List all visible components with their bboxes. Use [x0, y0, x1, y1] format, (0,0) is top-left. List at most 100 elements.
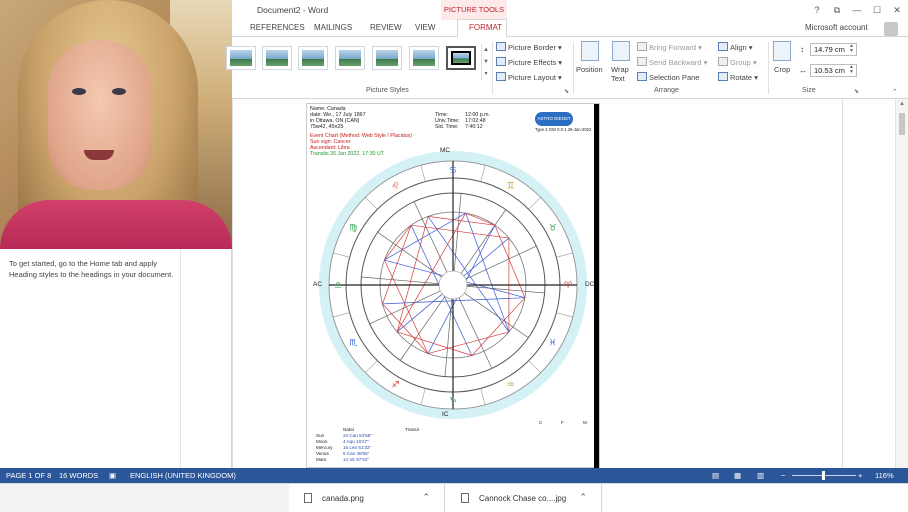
picture-style-thumbnail[interactable]: [335, 46, 365, 70]
download-filename: canada.png: [322, 494, 364, 503]
collapse-ribbon-icon[interactable]: ⌃: [892, 88, 898, 96]
position-button[interactable]: Position: [576, 65, 603, 74]
avatar[interactable]: [884, 22, 898, 36]
position-icon[interactable]: [581, 41, 599, 61]
picture-style-thumbnail[interactable]: [409, 46, 439, 70]
zodiac-sign-glyph: ♓: [549, 339, 557, 349]
close-button[interactable]: ✕: [890, 4, 904, 16]
zoom-in-icon[interactable]: +: [858, 471, 862, 480]
height-spinner[interactable]: ▲ ▼: [849, 44, 854, 54]
zoom-level[interactable]: 116%: [875, 471, 894, 480]
table-row-value: 4 Aqu 16'27": [343, 439, 369, 444]
height-icon: ↕: [800, 45, 804, 54]
proofing-icon[interactable]: ▣: [109, 471, 116, 480]
dialog-launcher-icon[interactable]: ⬊: [854, 88, 859, 95]
astrology-chart-image[interactable]: Name: Canada date: We., 17 July 1867 in …: [306, 103, 600, 469]
webcam-video: [0, 0, 232, 249]
picture-style-thumbnail[interactable]: [262, 46, 292, 70]
picture-layout-button[interactable]: Picture Layout ▾: [496, 72, 562, 82]
ac-label: AC: [313, 281, 323, 288]
print-layout-icon[interactable]: ▦: [734, 471, 741, 480]
group-button[interactable]: Group ▾: [718, 57, 757, 67]
zoom-slider-thumb[interactable]: [822, 471, 825, 480]
ic-label: IC: [442, 411, 449, 418]
wrap-text-icon[interactable]: [612, 41, 630, 61]
help-button[interactable]: ?: [810, 4, 824, 16]
send-backward-icon: [637, 57, 647, 66]
gallery-down-icon[interactable]: ▼: [482, 56, 490, 68]
vertical-scrollbar[interactable]: ▲: [895, 99, 908, 468]
picture-border-button[interactable]: Picture Border ▾: [496, 42, 562, 52]
dc-label: DC: [585, 281, 595, 288]
presenter-face: [48, 40, 152, 190]
scroll-up-icon[interactable]: ▲: [896, 99, 908, 109]
tab-format[interactable]: FORMAT: [457, 19, 507, 38]
width-icon: ↔: [799, 66, 807, 75]
zoom-out-icon[interactable]: −: [781, 471, 785, 480]
zodiac-sign-glyph: ♈: [564, 281, 573, 291]
chevron-up-icon[interactable]: ⌃: [422, 492, 430, 503]
picture-style-thumbnail[interactable]: [298, 46, 328, 70]
table-row-label: Mercury: [316, 445, 333, 450]
ribbon-display-options-button[interactable]: ⧉: [830, 4, 844, 16]
send-backward-button[interactable]: Send Backward ▾: [637, 57, 707, 67]
chevron-up-icon[interactable]: ⌃: [579, 492, 587, 503]
download-item[interactable]: canada.png ⌃: [289, 484, 445, 512]
dialog-launcher-icon[interactable]: ⬊: [564, 88, 569, 95]
picture-effects-button[interactable]: Picture Effects ▾: [496, 57, 562, 67]
table-row-label: Venus: [316, 451, 329, 456]
tab-format-label: FORMAT: [469, 23, 503, 32]
table-row-value: 24 Can 54'58": [343, 433, 372, 438]
height-field[interactable]: 14.79 cm ▲ ▼: [810, 43, 857, 56]
image-border-bar: [594, 104, 599, 469]
gallery-scroll[interactable]: ▲ ▼ ▾: [481, 44, 490, 80]
zodiac-sign-glyph: ♌: [392, 181, 400, 191]
crop-button[interactable]: Crop: [774, 65, 790, 74]
word-window: Document2 - Word PICTURE TOOLS ? ⧉ — ☐ ✕…: [226, 0, 908, 469]
download-bar: canada.png ⌃ Cannock Chase co....jpg ⌃: [0, 483, 908, 512]
rotate-button[interactable]: Rotate ▾: [718, 72, 758, 82]
download-filename: Cannock Chase co....jpg: [479, 494, 567, 503]
maximize-button[interactable]: ☐: [870, 4, 884, 16]
picture-style-thumbnail[interactable]: [226, 46, 256, 70]
page-count[interactable]: PAGE 1 OF 8: [6, 471, 51, 480]
table-header-natal: Natal: [343, 427, 354, 432]
download-item[interactable]: Cannock Chase co....jpg ⌃: [446, 484, 602, 512]
wrap-text-button[interactable]: Wrap Text: [611, 65, 635, 83]
gallery-more-icon[interactable]: ▾: [482, 68, 490, 80]
aspect-column-header: M: [583, 420, 587, 425]
selection-pane-button[interactable]: Selection Pane: [637, 72, 699, 82]
tab-references[interactable]: REFERENCES: [250, 23, 305, 32]
zodiac-sign-glyph: ♍: [349, 224, 357, 234]
table-row-label: Sun: [316, 433, 325, 438]
crop-icon[interactable]: [773, 41, 791, 61]
web-layout-icon[interactable]: ▥: [757, 471, 764, 480]
bring-forward-button[interactable]: Bring Forward ▾: [637, 42, 702, 52]
tab-mailings[interactable]: MAILINGS: [314, 23, 352, 32]
width-field[interactable]: 10.53 cm ▲ ▼: [810, 64, 857, 77]
tab-review[interactable]: REVIEW: [370, 23, 402, 32]
gallery-up-icon[interactable]: ▲: [482, 44, 490, 56]
group-label-size: Size: [802, 87, 816, 94]
scrollbar-thumb[interactable]: [899, 113, 905, 135]
word-count[interactable]: 16 WORDS: [59, 471, 98, 480]
group-separator: [573, 42, 574, 94]
zodiac-sign-glyph: ♏: [349, 339, 357, 349]
account-menu[interactable]: Microsoft account: [805, 23, 868, 32]
width-spinner[interactable]: ▲ ▼: [849, 65, 854, 75]
table-row-label: Mars: [316, 457, 327, 462]
align-button[interactable]: Align ▾: [718, 42, 753, 52]
minimize-button[interactable]: —: [850, 4, 864, 16]
tab-view[interactable]: VIEW: [415, 23, 435, 32]
group-separator: [768, 42, 769, 94]
navigation-pane-message: To get started, go to the Home tab and a…: [9, 259, 174, 279]
navigation-pane-splitter[interactable]: [180, 249, 181, 468]
picture-border-icon: [496, 42, 506, 51]
picture-layout-icon: [496, 72, 506, 81]
picture-style-thumbnail-selected[interactable]: [446, 46, 476, 70]
zodiac-sign-glyph: ♐: [392, 381, 400, 391]
language-indicator[interactable]: ENGLISH (UNITED KINGDOM): [130, 471, 236, 480]
read-mode-icon[interactable]: ▤: [712, 471, 719, 480]
table-row-value: 16 Leo 51'32": [343, 445, 372, 450]
picture-style-thumbnail[interactable]: [372, 46, 402, 70]
